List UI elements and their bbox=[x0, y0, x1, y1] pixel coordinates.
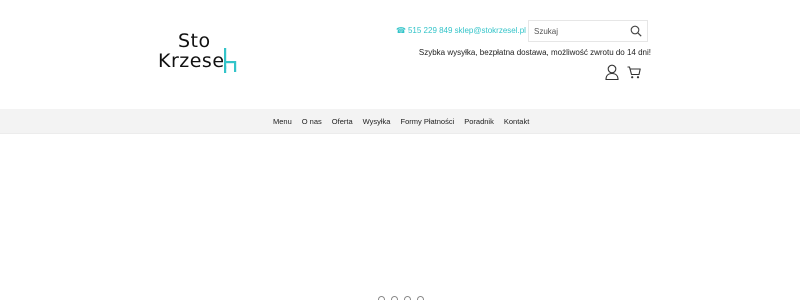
nav-item-oferta[interactable]: Oferta bbox=[332, 117, 353, 126]
nav-item-menu[interactable]: Menu bbox=[273, 117, 292, 126]
slider-dot-4[interactable] bbox=[417, 296, 424, 300]
cart-icon[interactable] bbox=[627, 66, 641, 79]
slider-dots bbox=[378, 296, 424, 300]
slider-dot-3[interactable] bbox=[404, 296, 411, 300]
nav-item-formy-platnosci[interactable]: Formy Płatności bbox=[400, 117, 454, 126]
contact-text[interactable]: 515 229 849 sklep@stokrzesel.pl bbox=[408, 26, 526, 35]
nav-item-wysylka[interactable]: Wysyłka bbox=[363, 117, 391, 126]
site-logo[interactable]: Sto Krzese bbox=[158, 30, 248, 74]
main-navigation: Menu O nas Oferta Wysyłka Formy Płatnośc… bbox=[0, 109, 800, 134]
contact-info[interactable]: ☎ 515 229 849 sklep@stokrzesel.pl bbox=[396, 26, 526, 35]
slider-dot-2[interactable] bbox=[391, 296, 398, 300]
search-icon[interactable] bbox=[630, 25, 642, 37]
chair-logo-icon bbox=[224, 48, 237, 73]
nav-list: Menu O nas Oferta Wysyłka Formy Płatnośc… bbox=[273, 109, 529, 134]
search-box bbox=[528, 20, 648, 42]
search-input[interactable] bbox=[529, 21, 629, 41]
nav-item-kontakt[interactable]: Kontakt bbox=[504, 117, 529, 126]
user-icon[interactable] bbox=[605, 64, 619, 80]
hero-slider bbox=[0, 135, 800, 300]
nav-item-poradnik[interactable]: Poradnik bbox=[464, 117, 494, 126]
slider-dot-1[interactable] bbox=[378, 296, 385, 300]
nav-item-o-nas[interactable]: O nas bbox=[302, 117, 322, 126]
logo-text-line2: Krzese bbox=[158, 50, 225, 72]
phone-icon: ☎ bbox=[396, 26, 406, 35]
site-header: Sto Krzese ☎ 515 229 849 sklep@stokrzesel… bbox=[0, 0, 800, 108]
logo-text-line1: Sto bbox=[178, 30, 211, 52]
shipping-tagline: Szybka wysyłka, bezpłatna dostawa, możli… bbox=[418, 48, 651, 57]
